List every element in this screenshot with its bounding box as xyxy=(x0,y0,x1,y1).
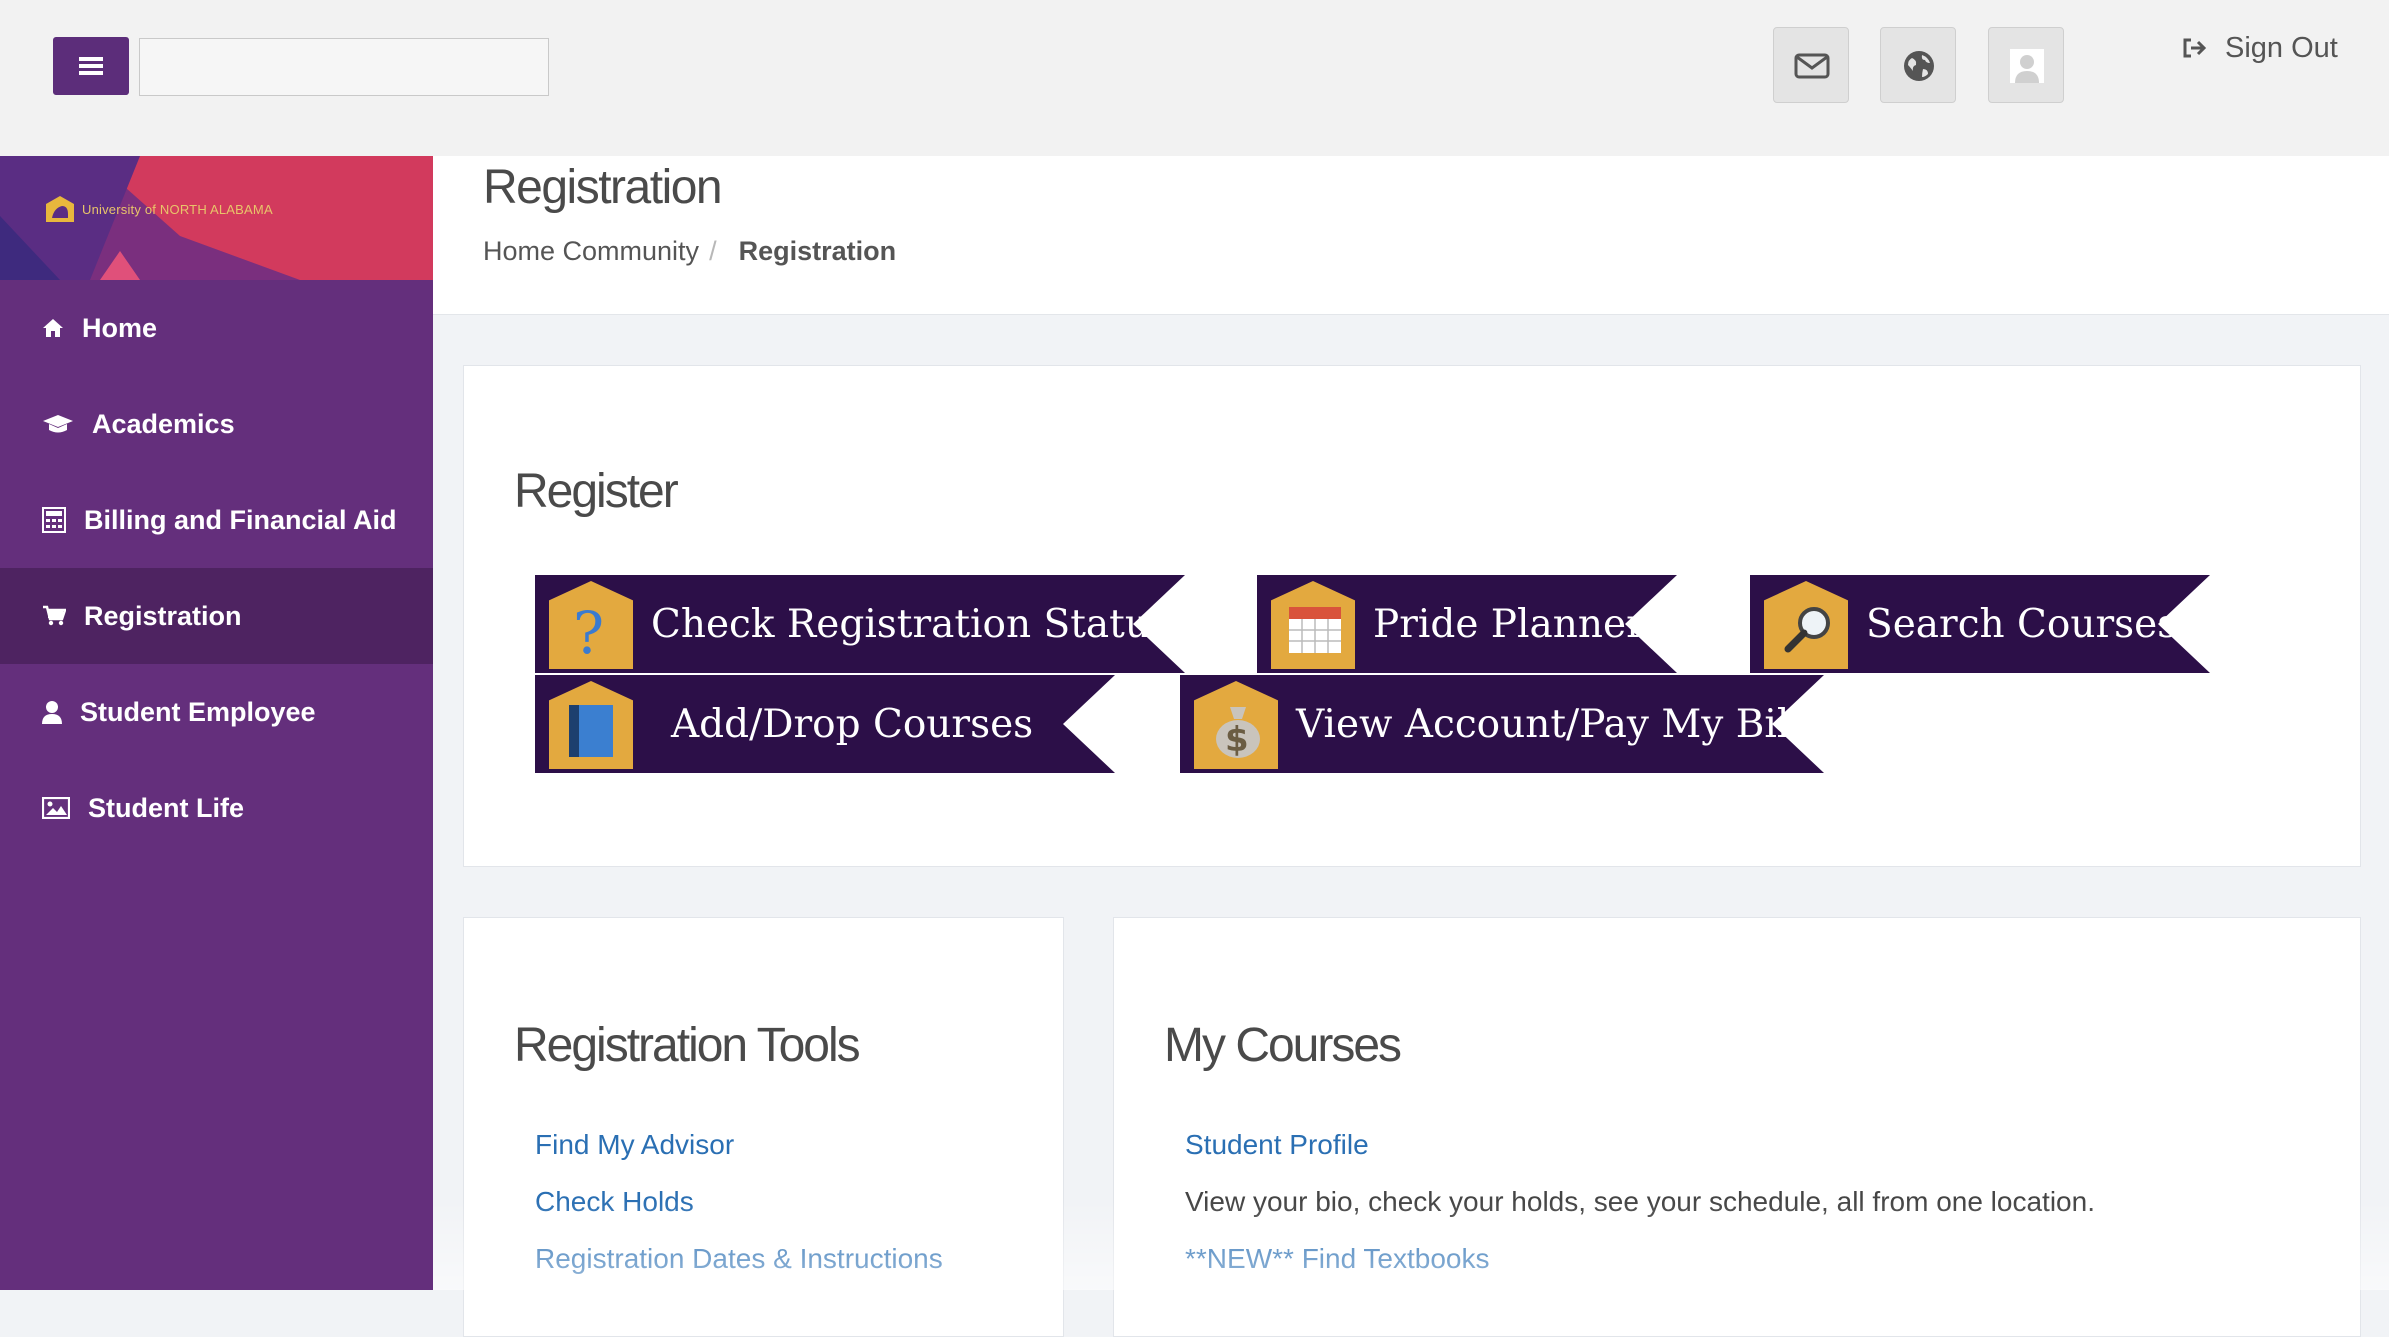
registration-tools-title: Registration Tools xyxy=(514,1019,861,1072)
svg-text:?: ? xyxy=(573,603,604,663)
question-mark-icon: ? xyxy=(549,581,633,669)
top-bar: Sign Out xyxy=(0,0,2389,156)
magnifier-icon xyxy=(1764,581,1848,669)
view-account-pay-bill-button[interactable]: $ View Account/Pay My Bill xyxy=(1180,675,1824,773)
tile-label: View Account/Pay My Bill xyxy=(1296,701,1802,747)
university-logo[interactable]: University of NORTH ALABAMA xyxy=(44,194,273,224)
hamburger-icon xyxy=(79,57,103,61)
envelope-icon xyxy=(1794,53,1830,79)
breadcrumb-separator: / xyxy=(709,236,717,266)
breadcrumb-current: Registration xyxy=(738,236,897,266)
university-banner: University of NORTH ALABAMA xyxy=(0,156,433,280)
mail-button[interactable] xyxy=(1773,27,1849,103)
user-icon xyxy=(42,701,62,724)
tile-label: Check Registration Status xyxy=(651,601,1170,647)
page-header: Registration Home Community / Registrati… xyxy=(433,156,2389,315)
registration-dates-link[interactable]: Registration Dates & Instructions xyxy=(535,1243,943,1275)
svg-text:$: $ xyxy=(1225,720,1249,759)
add-drop-courses-button[interactable]: Add/Drop Courses xyxy=(535,675,1115,773)
sidebar-item-registration[interactable]: Registration xyxy=(0,568,433,664)
check-holds-link[interactable]: Check Holds xyxy=(535,1186,694,1218)
search-courses-button[interactable]: Search Courses xyxy=(1750,575,2210,673)
sidebar: University of NORTH ALABAMA Home Academi… xyxy=(0,156,433,1290)
globe-icon xyxy=(1904,51,1934,81)
tile-label: Add/Drop Courses xyxy=(671,701,1034,747)
find-my-advisor-link[interactable]: Find My Advisor xyxy=(535,1129,734,1161)
breadcrumb-home-link[interactable]: Home Community xyxy=(483,236,699,267)
sidebar-item-label: Student Life xyxy=(88,792,244,823)
tile-label: Pride Planner xyxy=(1373,601,1645,647)
shopping-cart-icon xyxy=(43,605,66,626)
user-avatar-icon xyxy=(2010,49,2044,83)
profile-button[interactable] xyxy=(1988,27,2064,103)
sidebar-item-home[interactable]: Home xyxy=(0,280,433,376)
page-title: Registration xyxy=(483,161,723,214)
registration-tools-panel: Registration Tools Find My Advisor Check… xyxy=(463,917,1064,1337)
calculator-icon xyxy=(42,507,66,533)
sign-out-icon xyxy=(2183,38,2207,58)
tile-arrow xyxy=(2158,575,2210,673)
sidebar-item-label: Home xyxy=(82,312,158,343)
graduation-cap-icon xyxy=(43,415,73,433)
sign-out-label: Sign Out xyxy=(2225,31,2338,64)
hamburger-icon-line xyxy=(79,71,103,75)
sidebar-item-student-employee[interactable]: Student Employee xyxy=(0,664,433,760)
find-textbooks-link[interactable]: **NEW** Find Textbooks xyxy=(1185,1243,1490,1275)
sidebar-item-label: Billing and Financial Aid xyxy=(84,504,397,535)
search-input[interactable] xyxy=(139,38,549,96)
register-title: Register xyxy=(514,465,679,518)
register-panel: Register ? Check Registration Status Pri… xyxy=(463,365,2361,867)
calendar-icon xyxy=(1271,581,1355,669)
sidebar-item-student-life[interactable]: Student Life xyxy=(0,760,433,856)
check-registration-status-button[interactable]: ? Check Registration Status xyxy=(535,575,1185,673)
sidebar-item-label: Student Employee xyxy=(80,696,316,727)
sidebar-item-academics[interactable]: Academics xyxy=(0,376,433,472)
hamburger-icon-line xyxy=(79,64,103,68)
book-icon xyxy=(549,681,633,769)
breadcrumb: Home Community / Registration xyxy=(483,236,896,267)
lion-logo-icon xyxy=(46,196,74,222)
money-bag-icon: $ xyxy=(1194,681,1278,769)
student-profile-description: View your bio, check your holds, see you… xyxy=(1185,1186,2095,1217)
tile-label: Search Courses xyxy=(1866,601,2178,647)
pride-planner-button[interactable]: Pride Planner xyxy=(1257,575,1677,673)
home-icon xyxy=(43,319,63,337)
sidebar-item-billing[interactable]: Billing and Financial Aid xyxy=(0,472,433,568)
tile-arrow xyxy=(1063,675,1115,773)
tile-arrow xyxy=(1772,675,1824,773)
globe-button[interactable] xyxy=(1880,27,1956,103)
my-courses-panel: My Courses Student Profile View your bio… xyxy=(1113,917,2361,1337)
logo-text: University of NORTH ALABAMA xyxy=(82,201,273,217)
sidebar-item-label: Academics xyxy=(92,408,235,439)
tile-arrow xyxy=(1133,575,1185,673)
tile-arrow xyxy=(1625,575,1677,673)
student-profile-link[interactable]: Student Profile xyxy=(1185,1129,1369,1161)
image-icon xyxy=(42,797,70,819)
sign-out-link[interactable]: Sign Out xyxy=(2181,28,2338,68)
menu-toggle-button[interactable] xyxy=(53,37,129,95)
sidebar-item-label: Registration xyxy=(84,600,242,631)
my-courses-title: My Courses xyxy=(1164,1019,1402,1072)
